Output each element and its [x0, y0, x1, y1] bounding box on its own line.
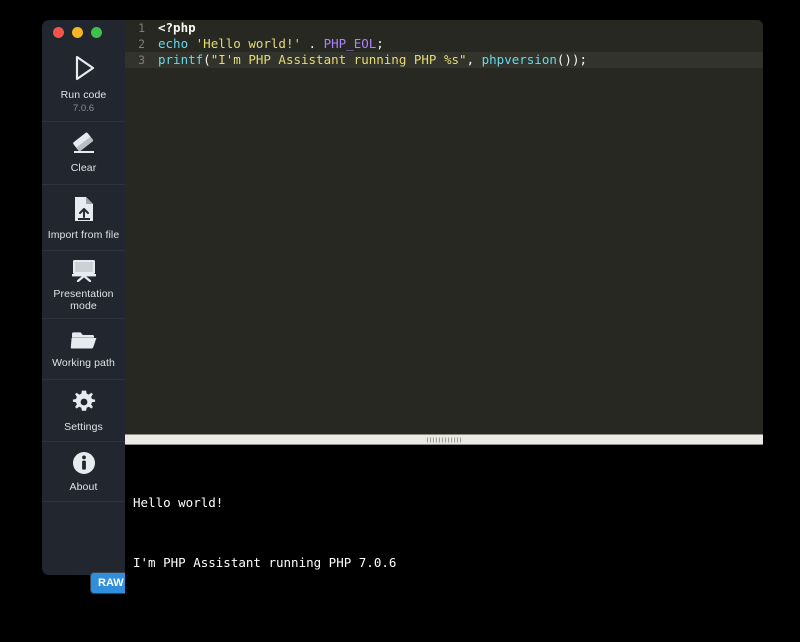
- line-number: 1: [125, 20, 145, 36]
- php-assistant-window: Run code 7.0.6 Clear: [0, 0, 800, 642]
- sidebar-item-presentation-mode[interactable]: Presentation mode: [42, 251, 125, 319]
- php-version-label: 7.0.6: [73, 103, 94, 115]
- presentation-screen-icon: [69, 258, 99, 282]
- console-line: Hello world!: [133, 493, 763, 513]
- sidebar-item-label: Settings: [64, 421, 103, 433]
- eraser-icon: [70, 132, 98, 156]
- minimize-window-button[interactable]: [72, 27, 83, 38]
- code-line[interactable]: 2 echo 'Hello world!' . PHP_EOL;: [125, 36, 763, 52]
- code-editor[interactable]: 1 <?php 2 echo 'Hello world!' . PHP_EOL;…: [125, 20, 763, 434]
- info-circle-icon: [72, 451, 96, 475]
- sidebar-item-about[interactable]: About: [42, 442, 125, 502]
- sidebar-item-import-from-file[interactable]: Import from file: [42, 185, 125, 251]
- code-line-active[interactable]: 3 printf("I'm PHP Assistant running PHP …: [125, 52, 763, 68]
- sidebar-item-settings[interactable]: Settings: [42, 380, 125, 442]
- sidebar-item-label: Working path: [52, 357, 115, 369]
- sidebar-item-label: Presentation mode: [53, 288, 113, 312]
- close-window-button[interactable]: [53, 27, 64, 38]
- gear-icon: [71, 389, 97, 415]
- line-source: printf("I'm PHP Assistant running PHP %s…: [158, 52, 587, 68]
- zoom-window-button[interactable]: [91, 27, 102, 38]
- sidebar-item-label: Import from file: [48, 229, 120, 241]
- sidebar-item-label: About: [70, 481, 98, 493]
- output-console: Hello world! I'm PHP Assistant running P…: [125, 445, 763, 642]
- window-traffic-lights: [50, 27, 120, 41]
- sidebar-item-clear[interactable]: Clear: [42, 122, 125, 185]
- console-line: I'm PHP Assistant running PHP 7.0.6: [133, 553, 763, 573]
- play-icon: [69, 53, 99, 83]
- sidebar-item-working-path[interactable]: Working path: [42, 319, 125, 380]
- code-line[interactable]: 1 <?php: [125, 20, 763, 36]
- line-number: 3: [125, 52, 145, 68]
- sidebar-item-label: Run code: [61, 89, 107, 101]
- sidebar: Run code 7.0.6 Clear: [42, 20, 125, 575]
- sidebar-item-run-code[interactable]: Run code 7.0.6: [42, 46, 125, 122]
- file-import-icon: [71, 195, 97, 223]
- code-lines: 1 <?php 2 echo 'Hello world!' . PHP_EOL;…: [125, 20, 763, 68]
- resize-handle-icon[interactable]: [427, 437, 461, 442]
- line-number: 2: [125, 36, 145, 52]
- panel-splitter[interactable]: [125, 434, 763, 445]
- folder-icon: [69, 329, 99, 351]
- sidebar-item-label: Clear: [71, 162, 97, 174]
- line-source: echo 'Hello world!' . PHP_EOL;: [158, 36, 384, 52]
- line-source: <?php: [158, 20, 196, 36]
